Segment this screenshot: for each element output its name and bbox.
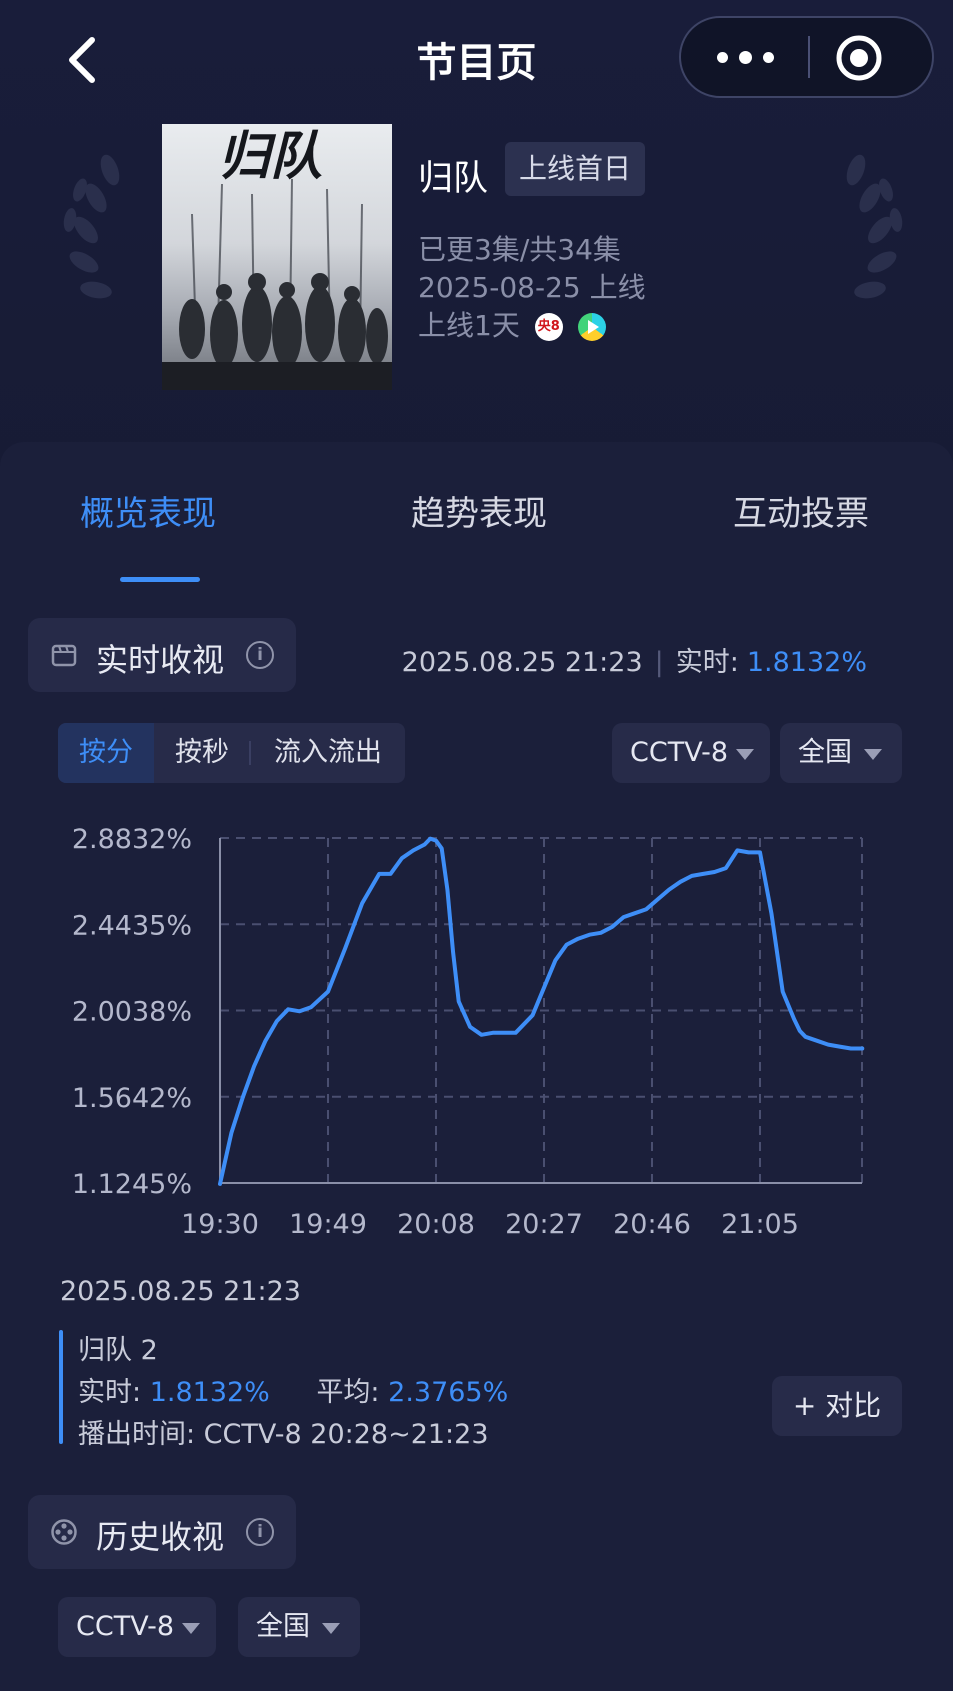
- history-region-value: 全国: [256, 1611, 310, 1642]
- region-select-value: 全国: [798, 737, 852, 768]
- x-tick-label: 21:05: [721, 1209, 799, 1240]
- online-days-row: 上线1天 央8: [418, 304, 606, 344]
- mini-program-capsule: [679, 16, 934, 98]
- legend-average-value: 2.3765%: [388, 1377, 509, 1408]
- more-button[interactable]: [681, 18, 808, 96]
- history-region-select[interactable]: 全国: [238, 1597, 360, 1657]
- y-tick-label: 2.8832%: [72, 824, 192, 855]
- tab-trend[interactable]: 趋势表现: [411, 486, 547, 535]
- legend-values: 实时: 1.8132% 平均: 2.3765%: [78, 1370, 508, 1409]
- realtime-value: 1.8132%: [746, 647, 867, 678]
- segment-flow[interactable]: 流入流出: [251, 723, 405, 783]
- film-reel-icon: [51, 1519, 77, 1545]
- realtime-timestamp: 2025.08.25 21:23: [401, 647, 643, 678]
- y-tick-label: 2.4435%: [72, 910, 192, 941]
- x-tick-label: 19:49: [289, 1209, 367, 1240]
- laurel-left-icon: [63, 154, 120, 299]
- caret-down-icon: [864, 749, 882, 760]
- show-poster[interactable]: 归队: [162, 124, 392, 390]
- y-tick-label: 1.5642%: [72, 1083, 192, 1114]
- region-select[interactable]: 全国: [780, 723, 902, 783]
- status-badge: 上线首日: [505, 142, 646, 196]
- caret-down-icon: [182, 1623, 200, 1634]
- chevron-left-icon: [69, 37, 95, 83]
- legend-color-bar: [59, 1330, 63, 1444]
- channel-select-value: CCTV-8: [630, 737, 729, 768]
- history-channel-select[interactable]: CCTV-8: [58, 1597, 216, 1657]
- tab-overview[interactable]: 概览表现: [80, 486, 216, 535]
- legend-timestamp: 2025.08.25 21:23: [60, 1276, 301, 1307]
- online-days: 上线1天: [418, 309, 520, 342]
- tencent-video-logo-icon: [577, 313, 606, 341]
- legend-average-label: 平均:: [316, 1377, 380, 1408]
- granularity-segmented-control: 按分 按秒 流入流出: [58, 723, 405, 783]
- legend-realtime-label: 实时:: [78, 1377, 142, 1408]
- realtime-summary: 2025.08.25 21:23 | 实时: 1.8132%: [401, 647, 867, 678]
- info-icon[interactable]: i: [246, 1518, 274, 1546]
- tab-indicator: [120, 577, 200, 582]
- poster-artwork: 归队: [162, 127, 392, 390]
- close-button[interactable]: [829, 28, 889, 88]
- x-tick-label: 20:27: [505, 1209, 583, 1240]
- top-bar: 节目页: [0, 0, 953, 120]
- show-title: 归队: [418, 159, 489, 199]
- x-tick-label: 19:30: [181, 1209, 259, 1240]
- compare-button[interactable]: + 对比: [772, 1376, 902, 1436]
- legend-episode: 归队 2: [78, 1335, 158, 1366]
- poster-title-text: 归队: [218, 127, 322, 187]
- x-tick-label: 20:46: [613, 1209, 691, 1240]
- realtime-section-title: 实时收视: [96, 641, 225, 679]
- caret-down-icon: [736, 749, 754, 760]
- info-icon[interactable]: i: [246, 641, 274, 669]
- more-dots-icon: [717, 52, 728, 63]
- y-tick-label: 2.0038%: [72, 997, 192, 1028]
- history-section-title: 历史收视: [96, 1518, 225, 1556]
- channel-select[interactable]: CCTV-8: [612, 723, 770, 783]
- program-page: 节目页 归队 归队 上线首日 已更3集/共34集 2025-08-25 上线 上…: [0, 0, 953, 1691]
- x-tick-label: 20:08: [397, 1209, 475, 1240]
- segment-by-minute[interactable]: 按分: [58, 723, 154, 783]
- realtime-section-header: 实时收视 i: [28, 618, 296, 692]
- cctv8-logo-icon: 央8: [534, 313, 563, 341]
- capsule-divider: [808, 36, 810, 78]
- tv-icon: [51, 644, 77, 667]
- back-button[interactable]: [60, 30, 110, 90]
- history-channel-value: CCTV-8: [76, 1611, 175, 1642]
- caret-down-icon: [322, 1623, 340, 1634]
- realtime-rating-chart[interactable]: 2.8832% 2.4435% 2.0038% 1.5642% 1.1245% 19:30…: [0, 800, 953, 1260]
- legend-realtime-value: 1.8132%: [149, 1377, 270, 1408]
- laurel-right-icon: [846, 154, 903, 299]
- target-close-icon: [836, 35, 882, 81]
- legend-airtime: 播出时间: CCTV-8 20:28~21:23: [78, 1419, 489, 1450]
- tab-voting[interactable]: 互动投票: [733, 486, 869, 535]
- realtime-label: 实时:: [675, 647, 739, 678]
- y-tick-label: 1.1245%: [72, 1169, 192, 1200]
- launch-date: 2025-08-25 上线: [418, 271, 646, 304]
- history-section-header: 历史收视 i: [28, 1495, 296, 1569]
- segment-by-second[interactable]: 按秒: [156, 723, 248, 783]
- episode-count: 已更3集/共34集: [418, 233, 621, 266]
